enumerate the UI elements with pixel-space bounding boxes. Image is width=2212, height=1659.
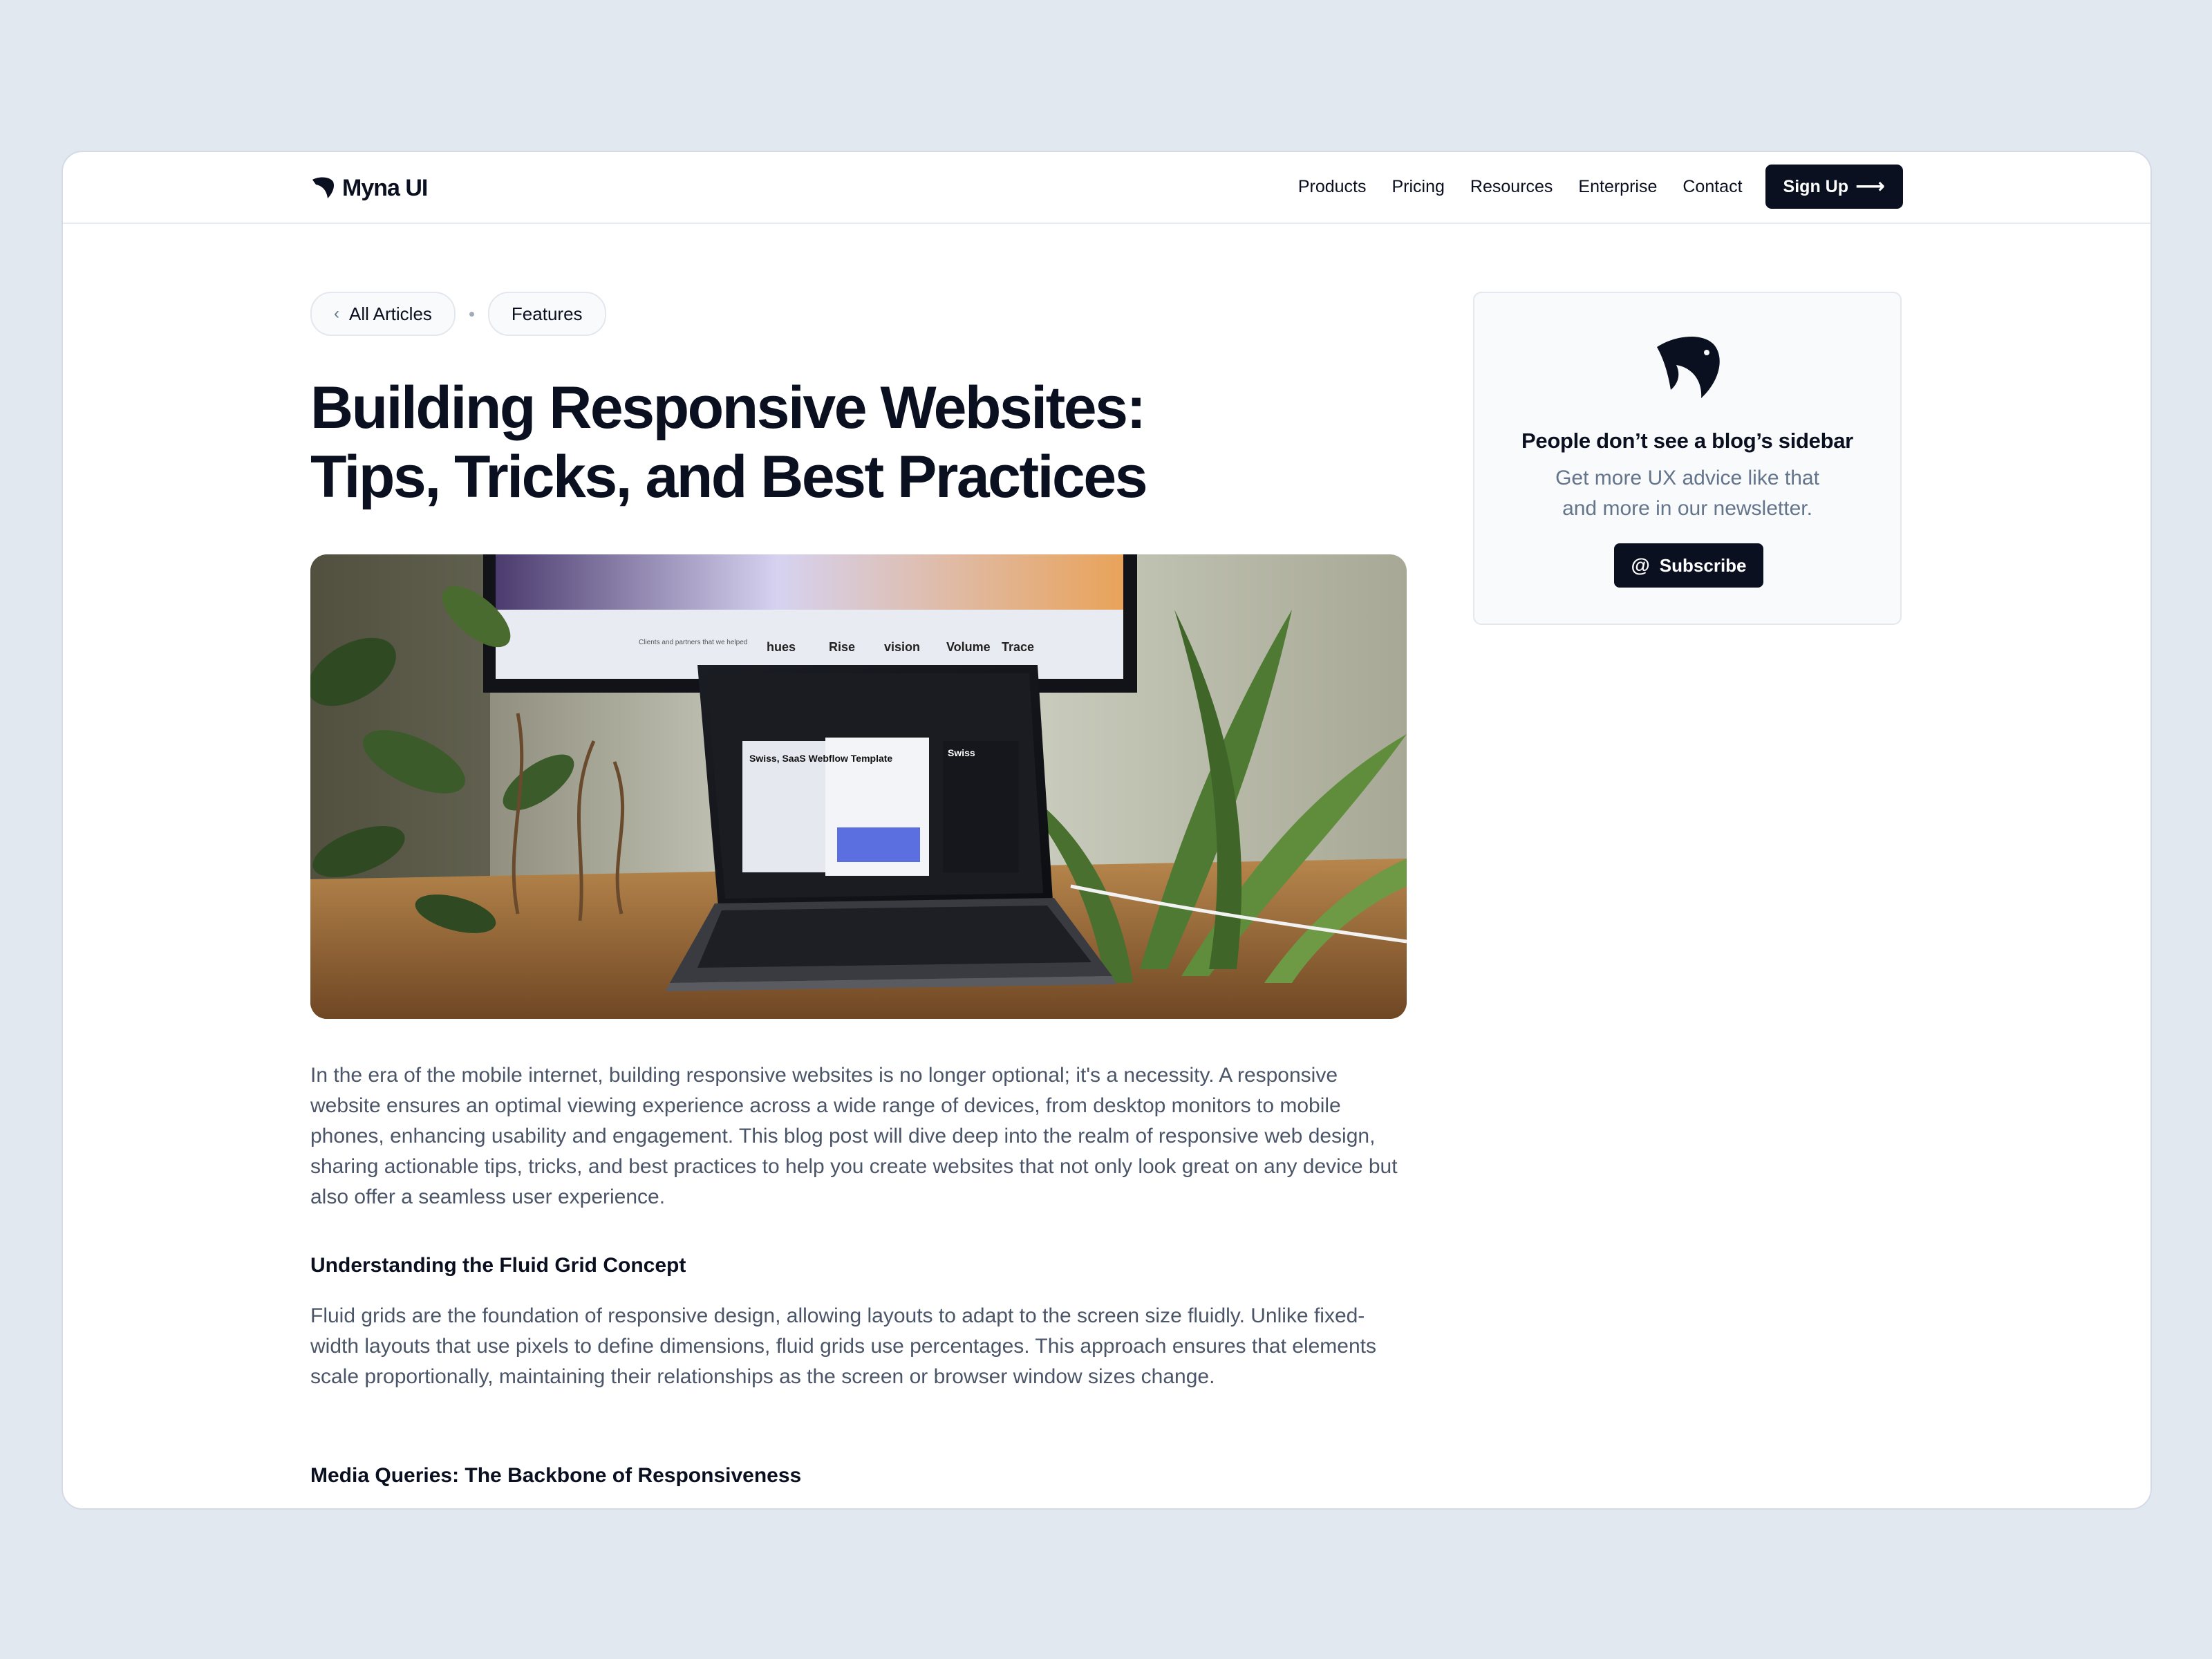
laptop-side-title: Swiss: [948, 747, 975, 758]
monitor-brand-volume: Volume: [946, 640, 991, 654]
sign-up-button[interactable]: Sign Up ⟶: [1765, 165, 1903, 209]
monitor-brand-trace: Trace: [1002, 640, 1034, 654]
sign-up-label: Sign Up: [1783, 176, 1848, 196]
brand-logo-link[interactable]: Myna UI: [310, 173, 428, 203]
monitor-caption: Clients and partners that we helped: [639, 639, 747, 646]
article-title-line-2: Tips, Tricks, and Best Practices: [310, 444, 1148, 510]
myna-bird-icon: [1657, 336, 1720, 398]
article-intro: In the era of the mobile internet, build…: [310, 1064, 1398, 1208]
nav-link-contact[interactable]: Contact: [1683, 177, 1742, 197]
breadcrumb: ‹ All Articles Features: [310, 292, 606, 336]
monitor-brand-vision: vision: [884, 640, 920, 654]
nav-link-enterprise[interactable]: Enterprise: [1578, 177, 1657, 197]
arrow-right-icon: ⟶: [1855, 175, 1885, 198]
newsletter-sidebar-card: People don’t see a blog’s sidebar Get mo…: [1473, 292, 1902, 625]
at-sign-icon: @: [1631, 554, 1650, 576]
nav-links: Products Pricing Resources Enterprise Co…: [1273, 165, 1903, 209]
monitor-brand-rise: Rise: [829, 640, 855, 654]
article-title-line-1: Building Responsive Websites:: [310, 375, 1146, 441]
section-heading-fluid-grid: Understanding the Fluid Grid Concept: [310, 1254, 686, 1277]
laptop-card-title: Swiss, SaaS Webflow Template: [749, 753, 892, 764]
browser-window: Myna UI Products Pricing Resources Enter…: [62, 151, 2152, 1510]
chevron-left-icon: ‹: [334, 304, 339, 323]
myna-logo-icon: [312, 177, 335, 198]
sidebar-description: Get more UX advice like that and more in…: [1555, 467, 1819, 520]
subscribe-button[interactable]: @ Subscribe: [1614, 543, 1763, 588]
breadcrumb-separator: [469, 311, 474, 317]
top-navigation: Myna UI Products Pricing Resources Enter…: [63, 152, 2150, 224]
article-title: Building Responsive Websites: Tips, Tric…: [310, 373, 1416, 512]
category-chip[interactable]: Features: [487, 292, 606, 336]
hero-image: hues Rise vision Volume Trace Clients an…: [310, 554, 1407, 1019]
section-heading-media-queries: Media Queries: The Backbone of Responsiv…: [310, 1464, 802, 1487]
nav-link-resources[interactable]: Resources: [1470, 177, 1553, 197]
all-articles-label: All Articles: [349, 303, 432, 324]
category-label: Features: [511, 303, 583, 324]
all-articles-chip[interactable]: ‹ All Articles: [310, 292, 456, 336]
subscribe-label: Subscribe: [1659, 554, 1747, 576]
brand-name: Myna UI: [342, 174, 428, 201]
monitor-brand-hues: hues: [767, 640, 796, 654]
nav-link-pricing[interactable]: Pricing: [1392, 177, 1445, 197]
sidebar-title: People don’t see a blog’s sidebar: [1521, 429, 1853, 453]
section-body-fluid-grid: Fluid grids are the foundation of respon…: [310, 1304, 1376, 1388]
nav-link-products[interactable]: Products: [1298, 177, 1367, 197]
